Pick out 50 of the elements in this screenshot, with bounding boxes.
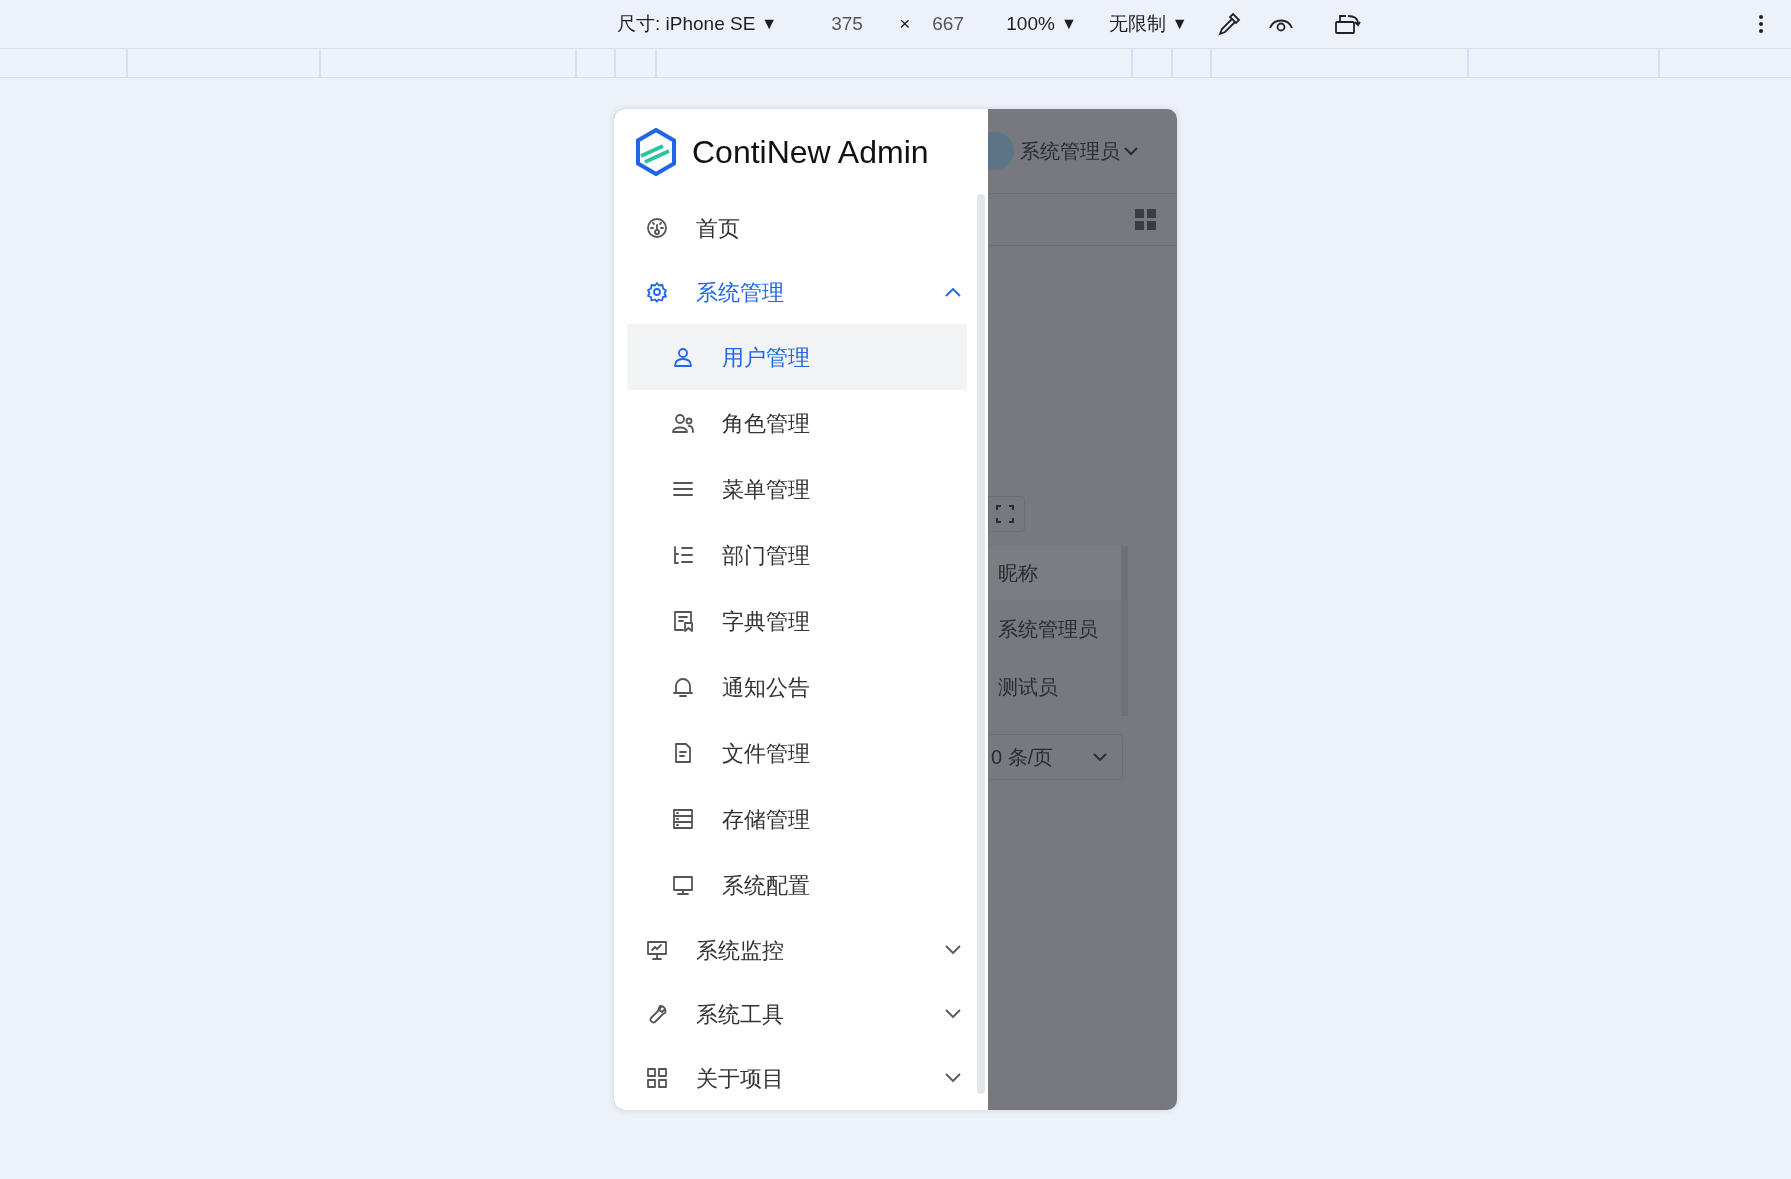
- submenu-item[interactable]: 菜单管理: [627, 456, 967, 522]
- grid-icon: [646, 1067, 668, 1089]
- height-field[interactable]: 667: [924, 9, 985, 39]
- file-icon: [672, 742, 694, 764]
- menu-item[interactable]: 首页: [627, 196, 977, 260]
- submenu-item[interactable]: 用户管理: [627, 324, 967, 390]
- table-cell-text: 系统管理员: [997, 617, 1099, 642]
- scrollbar[interactable]: [977, 194, 985, 1094]
- users-icon: [672, 412, 694, 434]
- chevron-down-icon: [945, 1073, 961, 1083]
- more-options-icon[interactable]: [1758, 14, 1764, 34]
- hexagon-logo-icon: [635, 127, 677, 176]
- monitor-icon: [672, 874, 694, 896]
- throttle-select[interactable]: 无限制 ▼: [1108, 9, 1188, 39]
- device-select[interactable]: 尺寸: iPhone SE ▼: [617, 9, 778, 39]
- grid-icon[interactable]: [1135, 208, 1157, 231]
- submenu-item[interactable]: 文件管理: [627, 720, 967, 786]
- menu-item[interactable]: 关于项目: [627, 1046, 977, 1110]
- submenu-item[interactable]: 存储管理: [627, 786, 967, 852]
- document-bookmark-icon: [672, 610, 694, 632]
- app-title: ContiNew Admin: [692, 132, 929, 172]
- zoom-select[interactable]: 100% ▼: [1006, 9, 1077, 39]
- table-header-cell: 昵称: [988, 546, 1121, 600]
- menu-item[interactable]: 系统管理: [627, 260, 977, 324]
- width-field[interactable]: 375: [821, 9, 882, 39]
- eyedropper-icon[interactable]: [1215, 11, 1242, 37]
- fullscreen-icon: [996, 505, 1014, 523]
- rotate-device-icon[interactable]: [1333, 12, 1362, 36]
- user-icon: [672, 346, 694, 368]
- tree-list-icon: [672, 544, 694, 566]
- chevron-down-icon: [945, 1009, 961, 1019]
- submenu-item[interactable]: 部门管理: [627, 522, 967, 588]
- monitor-chart-icon: [646, 939, 668, 961]
- server-icon: [672, 808, 694, 830]
- submenu-item[interactable]: 通知公告: [627, 654, 967, 720]
- submenu-item[interactable]: 角色管理: [627, 390, 967, 456]
- submenu-item[interactable]: 系统配置: [627, 852, 967, 918]
- settings-icon: [646, 281, 668, 303]
- chevron-down-icon: [1124, 146, 1138, 156]
- bell-icon: [672, 676, 694, 698]
- chevron-up-icon: [945, 287, 961, 297]
- chevron-down-icon: [945, 945, 961, 955]
- chevron-down-icon: [1093, 752, 1108, 762]
- menu-item[interactable]: 系统监控: [627, 918, 977, 982]
- menu-item[interactable]: 系统工具: [627, 982, 977, 1046]
- fullscreen-button[interactable]: [988, 496, 1025, 532]
- submenu-item[interactable]: 字典管理: [627, 588, 967, 654]
- times-sign: ×: [899, 11, 911, 36]
- dashboard-icon: [646, 217, 668, 239]
- table-cell-text: 测试员: [997, 675, 1059, 700]
